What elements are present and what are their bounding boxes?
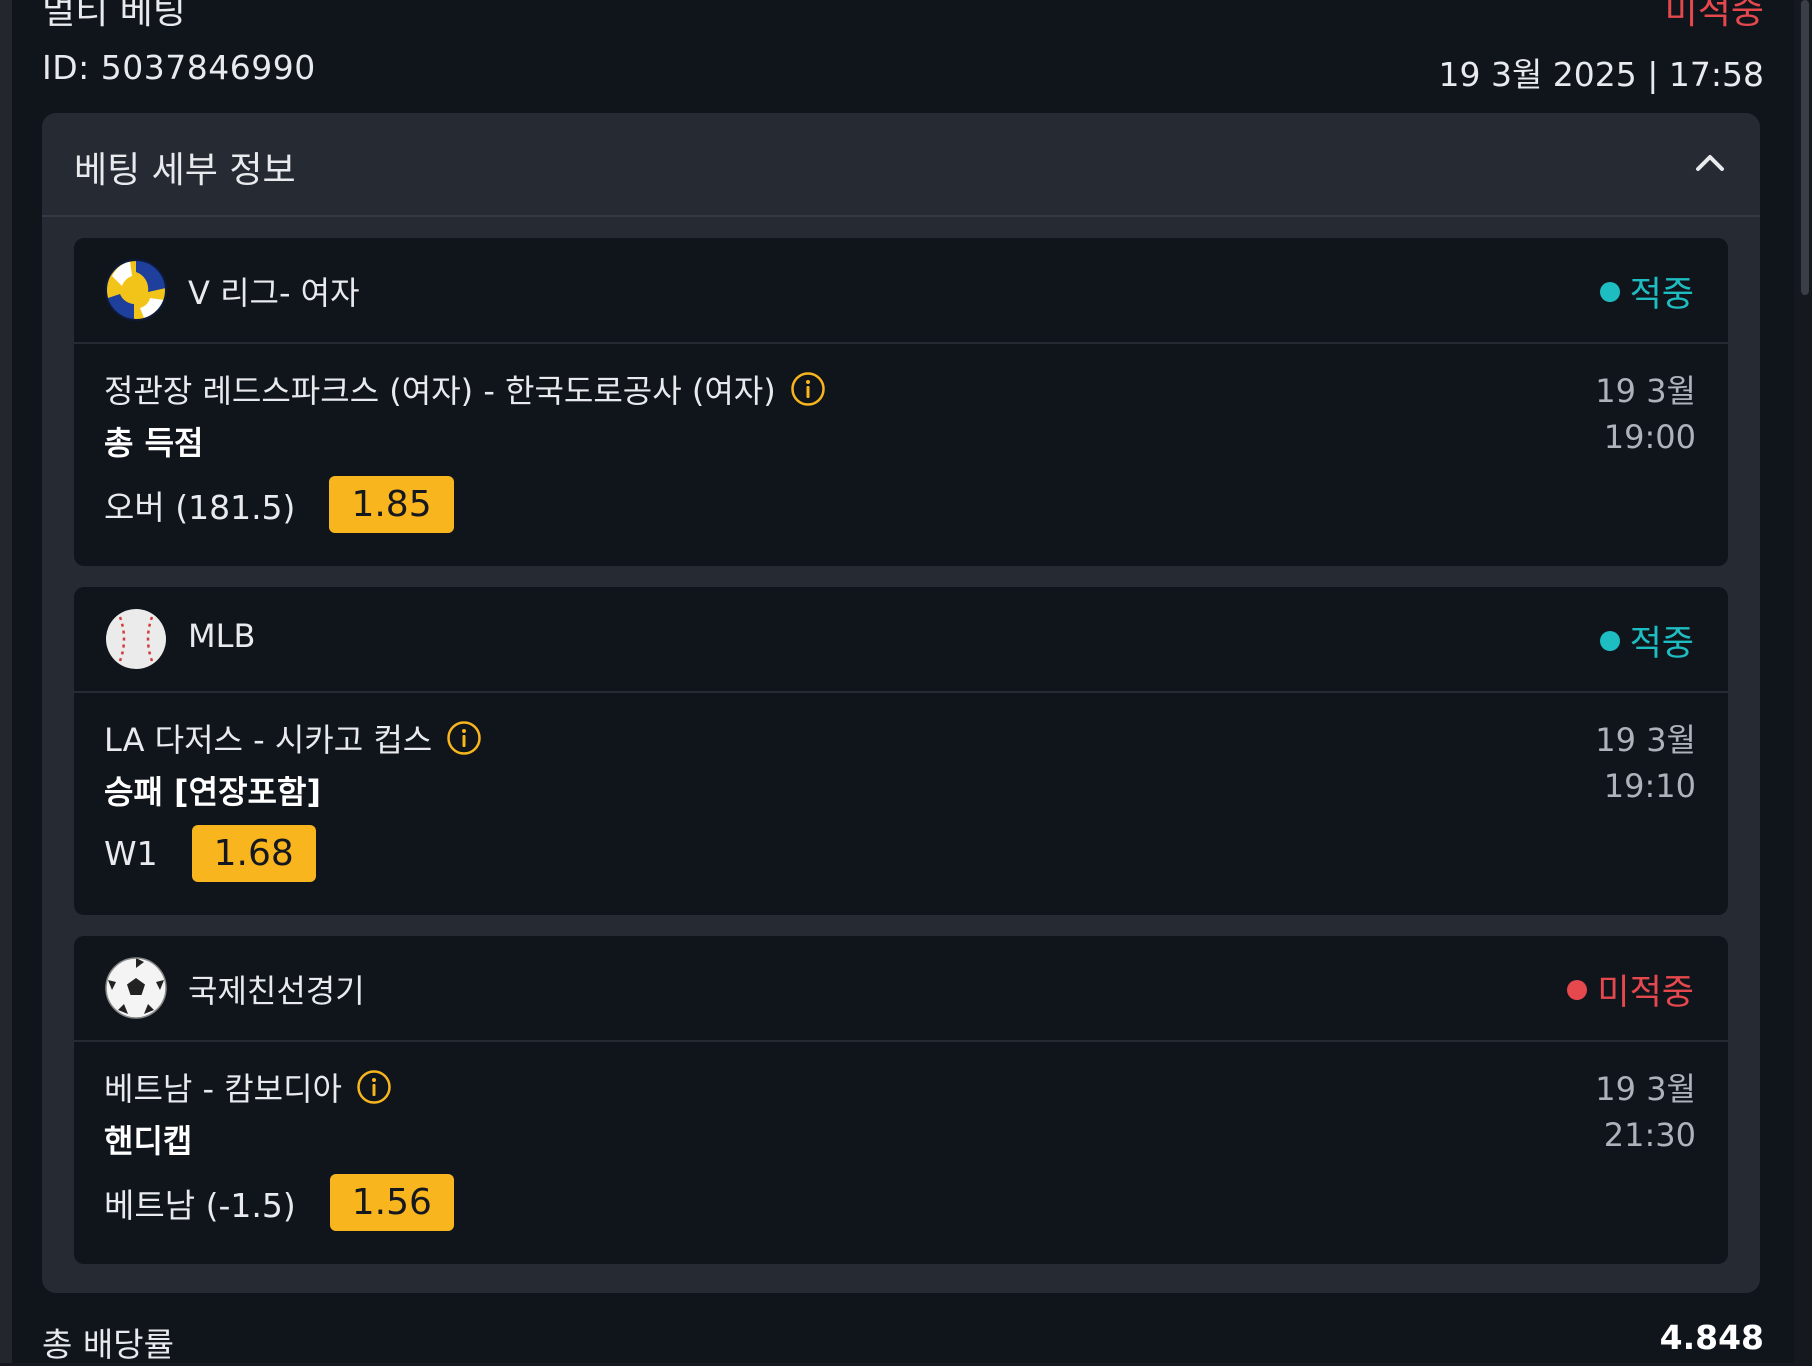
status-dot	[1599, 281, 1620, 302]
match-date: 19 3월	[1595, 372, 1696, 410]
odds-badge: 1.56	[329, 1174, 454, 1231]
match-date: 19 3월	[1595, 1070, 1696, 1108]
info-icon[interactable]	[356, 1069, 392, 1105]
bet-details-title: 베팅 세부 정보	[74, 150, 296, 191]
baseball-icon	[106, 609, 166, 669]
match-time: 19:10	[1603, 767, 1696, 805]
bet-detail-page: 멀티 베팅 미적중 ID: 5037846990 19 3월 2025 | 17…	[12, 0, 1794, 1364]
result-status: 적중	[1599, 266, 1694, 317]
bet-id: ID: 5037846990	[42, 48, 316, 87]
bet-status: 미적중	[1664, 0, 1764, 32]
bet-details-panel: 베팅 세부 정보 V 리그- 여자 적중 정관장 레드스파크스 (여자) - 한…	[42, 113, 1760, 1293]
result-status: 미적중	[1567, 964, 1694, 1015]
scrollbar-thumb[interactable]	[1801, 0, 1809, 295]
info-icon[interactable]	[790, 371, 826, 407]
chevron-up-icon[interactable]	[1688, 141, 1732, 185]
bet-card: 국제친선경기 미적중 베트남 - 캄보디아 핸디캡 베트남 (-1.5) 1.5…	[74, 936, 1728, 1264]
market-name: 핸디캡	[104, 1122, 193, 1160]
league-name: V 리그- 여자	[188, 274, 360, 312]
status-dot	[1567, 979, 1588, 1000]
bet-card: V 리그- 여자 적중 정관장 레드스파크스 (여자) - 한국도로공사 (여자…	[74, 238, 1728, 566]
info-icon[interactable]	[446, 720, 482, 756]
market-name: 총 득점	[104, 424, 204, 462]
odds-badge: 1.85	[329, 476, 454, 533]
match-time: 19:00	[1603, 418, 1696, 456]
bet-details-header[interactable]: 베팅 세부 정보	[42, 113, 1760, 217]
bet-card-header: MLB 적중	[74, 587, 1728, 693]
match-row: 정관장 레드스파크스 (여자) - 한국도로공사 (여자)	[104, 366, 826, 412]
result-status: 적중	[1599, 615, 1694, 666]
match-date: 19 3월	[1595, 721, 1696, 759]
match-name: LA 다저스 - 시카고 컵스	[104, 721, 433, 759]
league-name: MLB	[188, 617, 256, 655]
bet-datetime: 19 3월 2025 | 17:58	[1438, 55, 1764, 94]
scrollbar[interactable]	[1798, 0, 1812, 1363]
bet-card: MLB 적중 LA 다저스 - 시카고 컵스 승패 [연장포함] W1 1.68	[74, 587, 1728, 915]
result-label: 미적중	[1597, 973, 1694, 1013]
league-name: 국제친선경기	[188, 972, 365, 1010]
selection-row: 베트남 (-1.5) 1.56	[104, 1174, 454, 1231]
selection-label: W1	[104, 834, 158, 873]
bet-card-header: V 리그- 여자 적중	[74, 238, 1728, 344]
selection-row: 오버 (181.5) 1.85	[104, 476, 454, 533]
match-row: LA 다저스 - 시카고 컵스	[104, 715, 482, 761]
soccer-ball-icon	[105, 957, 167, 1019]
volleyball-icon	[105, 259, 167, 321]
total-odds-value: 4.848	[1659, 1318, 1764, 1357]
result-label: 적중	[1629, 275, 1694, 315]
market-name: 승패 [연장포함]	[104, 773, 322, 811]
selection-label: 오버 (181.5)	[104, 487, 296, 527]
match-name: 정관장 레드스파크스 (여자) - 한국도로공사 (여자)	[104, 372, 776, 410]
bet-card-header: 국제친선경기 미적중	[74, 936, 1728, 1042]
total-odds-label: 총 배당률	[42, 1325, 174, 1364]
selection-label: 베트남 (-1.5)	[104, 1185, 296, 1225]
match-name: 베트남 - 캄보디아	[104, 1070, 342, 1108]
page-title: 멀티 베팅	[42, 0, 186, 32]
status-dot	[1599, 630, 1620, 651]
result-label: 적중	[1629, 624, 1694, 664]
left-edge	[0, 0, 12, 1363]
odds-badge: 1.68	[191, 825, 316, 882]
match-row: 베트남 - 캄보디아	[104, 1064, 392, 1110]
selection-row: W1 1.68	[104, 825, 316, 882]
match-time: 21:30	[1603, 1116, 1696, 1154]
